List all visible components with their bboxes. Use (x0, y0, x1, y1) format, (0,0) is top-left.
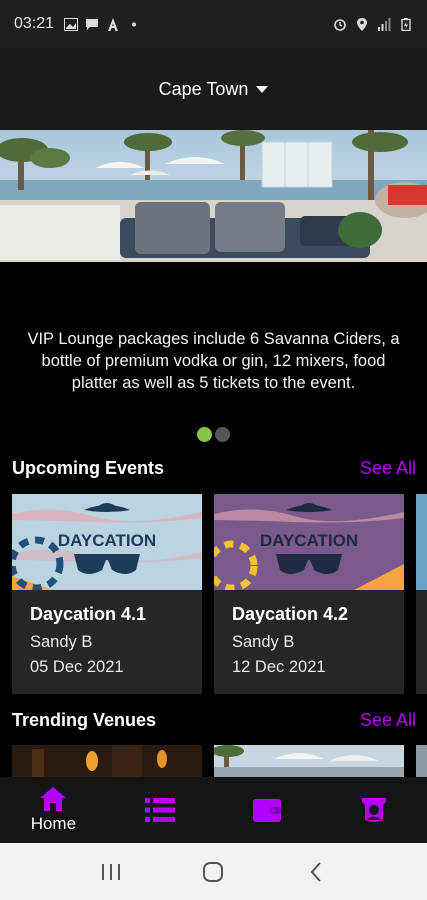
venue-image (416, 745, 427, 777)
venue-image (214, 745, 404, 777)
event-name: Daycation 4.1 (30, 604, 147, 624)
wallet-icon (252, 799, 281, 822)
app-header: Cape Town (0, 48, 427, 130)
carousel-dot-active[interactable] (197, 427, 212, 442)
upcoming-events-header: Upcoming Events See All (12, 458, 416, 479)
carousel-dot[interactable] (215, 427, 230, 442)
event-host: Sandy B (232, 633, 295, 651)
status-time: 03:21 (14, 15, 55, 32)
system-icons (333, 17, 413, 31)
nav-profile[interactable] (320, 777, 427, 843)
notification-icons (64, 17, 141, 31)
venue-card[interactable] (214, 745, 404, 777)
lounge-photo (0, 130, 427, 262)
alarm-icon (334, 18, 346, 31)
city-selector[interactable]: Cape Town (159, 79, 269, 100)
back-chevron-icon (310, 861, 321, 882)
carousel-indicator (0, 427, 427, 442)
nav-home-label: Home (30, 814, 77, 833)
event-info: Daycation 4.1 Sandy B 05 Dec 2021 (12, 590, 202, 694)
trending-venues-title: Trending Venues (12, 710, 157, 730)
event-card[interactable]: DAYCATION Daycation 4.2 Sandy B 12 Dec 2… (214, 494, 404, 694)
bottom-navigation: Home (0, 777, 427, 843)
see-all-events-link[interactable]: See All (360, 458, 416, 479)
signal-icon (378, 17, 391, 31)
event-thumbnail: DAYCATION (12, 494, 202, 590)
venue-image (12, 745, 202, 777)
event-date: 12 Dec 2021 (232, 658, 326, 676)
event-logo-text: DAYCATION (58, 531, 156, 550)
event-date: 05 Dec 2021 (30, 658, 124, 676)
trending-venues-header: Trending Venues See All (12, 710, 416, 731)
back-button[interactable] (296, 852, 336, 892)
status-bar: 03:21 (0, 0, 427, 48)
caret-down-icon (256, 85, 269, 93)
event-card-peek[interactable] (416, 494, 427, 694)
upcoming-events-title: Upcoming Events (12, 458, 165, 478)
home-icon (40, 787, 67, 811)
event-card[interactable]: DAYCATION Daycation 4.1 Sandy B 05 Dec 2… (12, 494, 202, 694)
location-icon (357, 17, 367, 31)
event-logo-text: DAYCATION (260, 531, 358, 550)
recent-apps-icon (102, 863, 121, 880)
home-circle-icon (203, 861, 224, 882)
event-info: Daycation 4.2 Sandy B 12 Dec 2021 (214, 590, 404, 694)
event-thumbnail (416, 494, 427, 590)
font-a-icon (108, 17, 119, 31)
banner-description: VIP Lounge packages include 6 Savanna Ci… (27, 330, 400, 392)
recent-apps-button[interactable] (91, 852, 131, 892)
gallery-icon (64, 17, 79, 31)
nav-wallet[interactable] (214, 777, 321, 843)
battery-icon (401, 17, 411, 31)
venue-card[interactable] (12, 745, 202, 777)
list-icon (145, 798, 176, 822)
see-all-venues-link[interactable]: See All (360, 710, 416, 731)
home-system-button[interactable] (193, 852, 233, 892)
message-icon (86, 18, 99, 30)
profile-icon (361, 798, 386, 822)
dot-icon (132, 22, 137, 26)
nav-events-list[interactable] (107, 777, 214, 843)
event-name: Daycation 4.2 (232, 604, 349, 624)
nav-home[interactable]: Home (0, 777, 107, 843)
event-host: Sandy B (30, 633, 93, 651)
system-navigation-bar (0, 843, 427, 900)
event-thumbnail: DAYCATION (214, 494, 404, 590)
city-label: Cape Town (158, 78, 249, 99)
banner-image[interactable] (0, 130, 427, 262)
venue-card-peek[interactable] (416, 745, 427, 777)
